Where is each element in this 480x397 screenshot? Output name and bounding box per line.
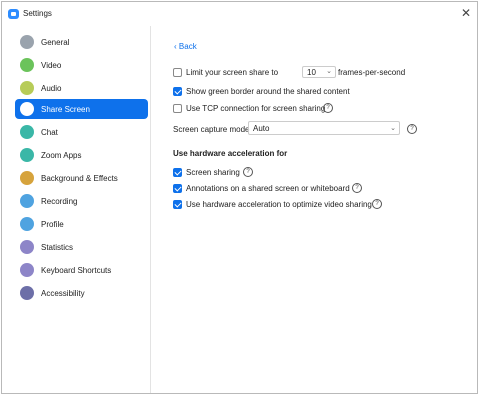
fps-unit-label: frames-per-second: [338, 68, 406, 77]
settings-window: Settings ✕ General Video Audio Share Scr…: [1, 1, 478, 394]
help-icon[interactable]: ?: [372, 199, 382, 209]
sidebar-item-label: Chat: [41, 128, 58, 137]
sidebar-item-label: Recording: [41, 197, 78, 206]
hw-video-sharing-label: Use hardware acceleration to optimize vi…: [186, 200, 372, 209]
sidebar-item-label: Statistics: [41, 243, 74, 252]
sidebar-item-video[interactable]: Video: [15, 55, 148, 75]
sidebar-item-statistics[interactable]: Statistics: [15, 237, 148, 257]
help-icon[interactable]: ?: [323, 103, 333, 113]
back-label: Back: [178, 42, 197, 51]
title-bar: Settings ✕: [2, 2, 477, 26]
gear-icon: [20, 35, 34, 49]
sidebar-item-label: Profile: [41, 220, 64, 229]
green-border-label: Show green border around the shared cont…: [186, 87, 350, 96]
zoom-apps-icon: [20, 148, 34, 162]
sidebar-item-label: Audio: [41, 84, 62, 93]
help-icon[interactable]: ?: [352, 183, 362, 193]
sidebar-item-label: Keyboard Shortcuts: [41, 266, 112, 275]
sidebar-item-audio[interactable]: Audio: [15, 78, 148, 98]
sidebar-item-zoom-apps[interactable]: Zoom Apps: [15, 145, 148, 165]
statistics-icon: [20, 240, 34, 254]
sidebar-item-keyboard-shortcuts[interactable]: Keyboard Shortcuts: [15, 260, 148, 280]
headphones-icon: [20, 81, 34, 95]
keyboard-icon: [20, 263, 34, 277]
limit-share-checkbox[interactable]: [173, 68, 182, 77]
tcp-label: Use TCP connection for screen sharing: [186, 104, 326, 113]
sidebar-item-label: Video: [41, 61, 62, 70]
chevron-down-icon: ⌄: [390, 125, 396, 132]
back-link[interactable]: ‹ Back: [174, 42, 197, 51]
hw-annotations-checkbox[interactable]: [173, 184, 182, 193]
sidebar-item-label: Background & Effects: [41, 174, 118, 183]
sidebar-item-chat[interactable]: Chat: [15, 122, 148, 142]
share-screen-icon: [20, 102, 34, 116]
hw-screen-sharing-checkbox[interactable]: [173, 168, 182, 177]
close-button[interactable]: ✕: [461, 6, 471, 20]
recording-icon: [20, 194, 34, 208]
sidebar-item-share-screen[interactable]: Share Screen: [15, 99, 148, 119]
sidebar-item-label: General: [41, 38, 70, 47]
settings-sidebar: General Video Audio Share Screen Chat Zo…: [2, 26, 151, 393]
background-icon: [20, 171, 34, 185]
capture-mode-label: Screen capture mode: [173, 125, 250, 134]
video-icon: [20, 58, 34, 72]
window-title: Settings: [23, 9, 52, 18]
chevron-left-icon: ‹: [174, 42, 177, 51]
sidebar-item-recording[interactable]: Recording: [15, 191, 148, 211]
hw-acceleration-heading: Use hardware acceleration for: [173, 149, 288, 158]
sidebar-item-label: Share Screen: [41, 105, 90, 114]
chat-icon: [20, 125, 34, 139]
sidebar-item-general[interactable]: General: [15, 32, 148, 52]
sidebar-item-profile[interactable]: Profile: [15, 214, 148, 234]
green-border-checkbox[interactable]: [173, 87, 182, 96]
capture-mode-select[interactable]: Auto ⌄: [248, 121, 400, 135]
hw-screen-sharing-label: Screen sharing: [186, 168, 240, 177]
fps-value: 10: [307, 68, 316, 77]
sidebar-item-background-effects[interactable]: Background & Effects: [15, 168, 148, 188]
sidebar-item-label: Zoom Apps: [41, 151, 82, 160]
fps-select[interactable]: 10 ⌄: [302, 66, 336, 78]
hw-annotations-label: Annotations on a shared screen or whiteb…: [186, 184, 350, 193]
chevron-down-icon: ⌄: [326, 68, 332, 75]
limit-share-label: Limit your screen share to: [186, 68, 279, 77]
sidebar-item-accessibility[interactable]: Accessibility: [15, 283, 148, 303]
sidebar-item-label: Accessibility: [41, 289, 85, 298]
hw-video-sharing-checkbox[interactable]: [173, 200, 182, 209]
help-icon[interactable]: ?: [243, 167, 253, 177]
profile-icon: [20, 217, 34, 231]
tcp-checkbox[interactable]: [173, 104, 182, 113]
capture-mode-value: Auto: [253, 124, 270, 133]
help-icon[interactable]: ?: [407, 124, 417, 134]
accessibility-icon: [20, 286, 34, 300]
share-screen-settings-panel: ‹ Back Limit your screen share to 10 ⌄ f…: [151, 26, 477, 393]
zoom-app-icon: [8, 9, 19, 19]
